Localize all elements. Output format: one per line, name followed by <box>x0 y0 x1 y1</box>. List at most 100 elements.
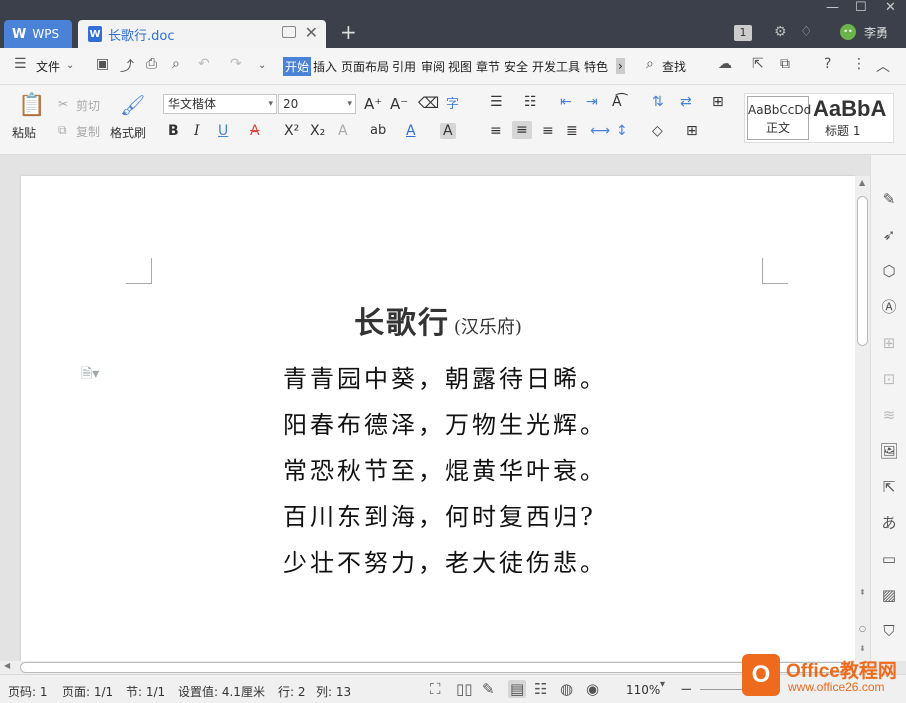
print-preview-icon[interactable]: ⌕ <box>172 56 180 72</box>
close-window-icon[interactable]: ✕ <box>885 0 896 15</box>
skin-shirt-icon[interactable]: ♢ <box>800 24 813 40</box>
hamburger-menu-icon[interactable]: ☰ <box>14 56 27 72</box>
user-name[interactable]: 李勇 <box>864 24 888 41</box>
fullscreen-icon[interactable]: ⛶ <box>430 680 441 698</box>
clear-format-icon[interactable]: ⌫ <box>418 94 439 112</box>
font-color-icon[interactable]: A <box>406 123 416 139</box>
redo-icon[interactable]: ↷ <box>230 56 242 72</box>
share-icon[interactable]: ⇱ <box>752 56 764 72</box>
zoom-level[interactable]: 110% <box>626 683 660 697</box>
distributed-align-icon[interactable]: ⟷ <box>590 123 610 139</box>
tab-developer[interactable]: 开发工具 <box>532 58 580 75</box>
paragraph-menu-icon[interactable]: 🗎▾ <box>81 363 99 387</box>
minimize-icon[interactable]: — <box>826 0 839 15</box>
tab-security[interactable]: 安全 <box>504 58 528 75</box>
prev-page-icon[interactable]: ⇞ <box>859 588 866 597</box>
sort-icon[interactable]: ⇅ <box>652 94 664 110</box>
scroll-left-icon[interactable]: ◀ <box>4 661 10 670</box>
print-icon[interactable]: ⎙ <box>146 56 157 72</box>
status-section[interactable]: 节: 1/1 <box>126 683 165 700</box>
document-tab[interactable]: W 长歌行.doc ✕ <box>78 20 326 48</box>
tab-insert[interactable]: 插入 <box>313 58 337 75</box>
tab-page-layout[interactable]: 页面布局 <box>341 58 389 75</box>
shapes-icon[interactable]: ⬡ <box>879 261 899 281</box>
wps-home-tab[interactable]: W WPS <box>4 20 72 48</box>
align-right-icon[interactable]: ≡ <box>542 123 554 139</box>
paste-button[interactable]: 粘贴 <box>12 124 36 141</box>
tab-special[interactable]: 特色 <box>584 58 608 75</box>
window-count-badge[interactable]: 1 <box>734 25 752 41</box>
chinese-layout-icon[interactable]: A͡ <box>612 94 622 110</box>
save-icon[interactable]: ▣ <box>96 56 109 72</box>
zoom-dropdown-icon[interactable]: ▾ <box>660 679 665 690</box>
table-icon[interactable]: ⊞ <box>879 333 899 353</box>
style-icon[interactable]: Ⓐ <box>879 297 899 317</box>
share-out-icon[interactable]: ⇱ <box>879 477 899 497</box>
cloud-sync-icon[interactable]: ☁ <box>718 56 732 72</box>
collaborate-icon[interactable]: ⧉ <box>780 56 790 72</box>
help-icon[interactable]: ? <box>824 56 831 72</box>
outline-view-icon[interactable]: ☷ <box>534 680 547 698</box>
quick-access-dropdown-icon[interactable]: ⌄ <box>258 60 266 71</box>
format-painter-button[interactable]: 格式刷 <box>110 124 146 141</box>
poem-title[interactable]: 长歌行 (汉乐府) <box>21 298 855 342</box>
close-tab-icon[interactable]: ✕ <box>305 23 318 42</box>
adjust-icon[interactable]: ≋ <box>879 405 899 425</box>
pinyin-guide-icon[interactable]: 字 <box>446 93 459 112</box>
archive-icon[interactable]: ▭ <box>879 549 899 569</box>
highlight-icon[interactable]: ab <box>370 123 386 138</box>
vertical-scrollbar[interactable]: ▲ ⇞ ○ ⇟ <box>855 176 870 661</box>
style-heading-1[interactable]: AaBbA 标题 1 <box>813 96 893 140</box>
tab-review[interactable]: 审阅 <box>421 58 445 75</box>
show-marks-icon[interactable]: ⇄ <box>680 94 692 110</box>
align-center-icon[interactable]: ≡ <box>512 121 532 139</box>
export-icon[interactable]: ⤴ <box>120 56 134 76</box>
avatar[interactable]: •• <box>840 24 856 40</box>
status-pages[interactable]: 页面: 1/1 <box>62 683 113 700</box>
horizontal-scrollbar[interactable]: ◀ <box>0 661 870 674</box>
pen-icon[interactable]: ✎ <box>879 189 899 209</box>
horizontal-scroll-thumb[interactable] <box>20 662 850 673</box>
font-name-select[interactable]: 华文楷体 ▾ <box>163 94 277 114</box>
status-row[interactable]: 行: 2 <box>278 683 306 700</box>
decrease-indent-icon[interactable]: ⇤ <box>560 94 572 110</box>
tab-references[interactable]: 引用 <box>392 58 416 75</box>
more-tabs-button[interactable]: › <box>616 58 625 74</box>
justify-icon[interactable]: ≣ <box>566 123 578 139</box>
tab-home[interactable]: 开始 <box>283 57 312 76</box>
tab-chapter[interactable]: 章节 <box>476 58 500 75</box>
line-spacing-icon[interactable]: ↕ <box>616 123 628 139</box>
font-size-select[interactable]: 20 ▾ <box>278 94 356 114</box>
superscript-icon[interactable]: X² <box>284 123 299 139</box>
web-view-icon[interactable]: ◍ <box>560 680 573 698</box>
more-options-icon[interactable]: ⋮ <box>852 56 866 72</box>
bold-icon[interactable]: B <box>168 123 179 139</box>
select-cursor-icon[interactable]: ➶ <box>879 225 899 245</box>
edit-mode-icon[interactable]: ✎ <box>482 680 495 698</box>
monitor-icon[interactable] <box>282 26 296 38</box>
shading-icon[interactable]: ◇ <box>652 123 663 139</box>
status-column[interactable]: 列: 13 <box>316 683 351 700</box>
page-view-icon[interactable]: ▤ <box>508 680 527 698</box>
strikethrough-icon[interactable]: A <box>250 123 260 139</box>
file-menu[interactable]: 文件 <box>36 58 60 75</box>
style-normal[interactable]: AaBbCcDd 正文 <box>747 96 811 140</box>
borders-icon[interactable]: ⊞ <box>686 123 698 139</box>
subscript-icon[interactable]: X₂ <box>310 123 325 139</box>
tab-view[interactable]: 视图 <box>448 58 472 75</box>
paste-icon[interactable]: 📋 <box>18 93 45 118</box>
cut-button[interactable]: 剪切 <box>76 97 100 114</box>
underline-icon[interactable]: U <box>218 123 228 139</box>
translate-icon[interactable]: あ <box>879 513 899 533</box>
chevron-down-icon[interactable]: ⌄ <box>66 60 74 71</box>
shrink-font-icon[interactable]: A⁻ <box>390 95 408 113</box>
bullet-list-icon[interactable]: ☰ <box>490 94 503 110</box>
reading-mode-icon[interactable]: ▯▯ <box>456 680 473 698</box>
grid-icon[interactable]: ⊡ <box>879 369 899 389</box>
scroll-up-icon[interactable]: ▲ <box>859 178 865 187</box>
status-page-number[interactable]: 页码: 1 <box>8 683 48 700</box>
status-setting-value[interactable]: 设置值: 4.1厘米 <box>178 683 265 700</box>
settings-icon[interactable]: ⚙ <box>774 24 787 40</box>
char-shading-icon[interactable]: A <box>440 123 456 139</box>
poem-body[interactable]: 青青园中葵，朝露待日晞。 阳春布德泽，万物生光辉。 常恐秋节至，焜黄华叶衰。 百… <box>283 356 607 586</box>
